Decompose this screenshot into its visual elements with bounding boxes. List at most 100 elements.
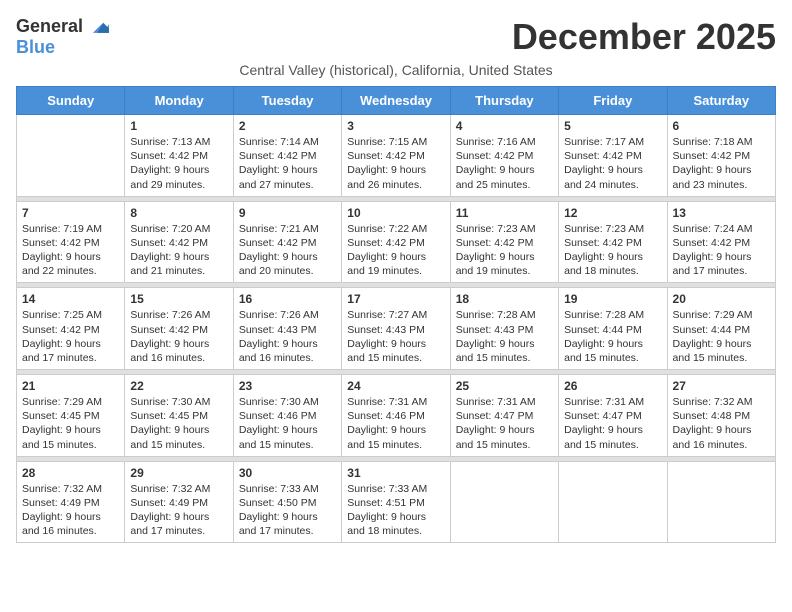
calendar-cell: 21 Sunrise: 7:29 AMSunset: 4:45 PMDayligh… — [17, 375, 125, 457]
day-number: 18 — [456, 292, 553, 306]
calendar-cell: 19 Sunrise: 7:28 AMSunset: 4:44 PMDayligh… — [559, 288, 667, 370]
calendar-cell: 9 Sunrise: 7:21 AMSunset: 4:42 PMDaylight… — [233, 201, 341, 283]
day-info: Sunrise: 7:23 AMSunset: 4:42 PMDaylight:… — [564, 222, 661, 279]
subtitle: Central Valley (historical), California,… — [16, 62, 776, 78]
calendar-cell: 18 Sunrise: 7:28 AMSunset: 4:43 PMDayligh… — [450, 288, 558, 370]
day-number: 25 — [456, 379, 553, 393]
calendar-week-row: 7Sunrise: 7:19 AMSunset: 4:42 PMDaylight… — [17, 201, 776, 283]
day-info: Sunrise: 7:31 AMSunset: 4:46 PMDaylight:… — [347, 395, 444, 452]
calendar-header-row: SundayMondayTuesdayWednesdayThursdayFrid… — [17, 87, 776, 115]
calendar-cell: 20 Sunrise: 7:29 AMSunset: 4:44 PMDayligh… — [667, 288, 775, 370]
calendar-cell: 11Sunrise: 7:23 AMSunset: 4:42 PMDayligh… — [450, 201, 558, 283]
day-info: Sunrise: 7:16 AMSunset: 4:42 PMDaylight:… — [456, 135, 553, 192]
day-info: Sunrise: 7:32 AMSunset: 4:49 PMDaylight:… — [22, 482, 119, 539]
calendar-header-monday: Monday — [125, 87, 233, 115]
day-info: Sunrise: 7:31 AMSunset: 4:47 PMDaylight:… — [456, 395, 553, 452]
calendar-cell: 2 Sunrise: 7:14 AMSunset: 4:42 PMDaylight… — [233, 115, 341, 197]
calendar-cell — [450, 461, 558, 543]
logo-text-general: General — [16, 17, 83, 37]
day-number: 30 — [239, 466, 336, 480]
day-number: 13 — [673, 206, 770, 220]
day-info: Sunrise: 7:22 AMSunset: 4:42 PMDaylight:… — [347, 222, 444, 279]
day-number: 2 — [239, 119, 336, 133]
day-info: Sunrise: 7:30 AMSunset: 4:46 PMDaylight:… — [239, 395, 336, 452]
day-info: Sunrise: 7:29 AMSunset: 4:45 PMDaylight:… — [22, 395, 119, 452]
calendar-cell: 23 Sunrise: 7:30 AMSunset: 4:46 PMDayligh… — [233, 375, 341, 457]
calendar-cell: 26Sunrise: 7:31 AMSunset: 4:47 PMDayligh… — [559, 375, 667, 457]
calendar-cell: 8 Sunrise: 7:20 AMSunset: 4:42 PMDaylight… — [125, 201, 233, 283]
month-title: December 2025 — [512, 16, 776, 58]
day-number: 5 — [564, 119, 661, 133]
day-number: 16 — [239, 292, 336, 306]
day-number: 6 — [673, 119, 770, 133]
day-number: 20 — [673, 292, 770, 306]
calendar-cell: 16 Sunrise: 7:26 AMSunset: 4:43 PMDayligh… — [233, 288, 341, 370]
calendar-table: SundayMondayTuesdayWednesdayThursdayFrid… — [16, 86, 776, 543]
day-info: Sunrise: 7:33 AMSunset: 4:51 PMDaylight:… — [347, 482, 444, 539]
day-number: 31 — [347, 466, 444, 480]
day-number: 7 — [22, 206, 119, 220]
calendar-cell — [559, 461, 667, 543]
calendar-cell — [17, 115, 125, 197]
calendar-week-row: 14 Sunrise: 7:25 AMSunset: 4:42 PMDayligh… — [17, 288, 776, 370]
calendar-cell: 6Sunrise: 7:18 AMSunset: 4:42 PMDaylight… — [667, 115, 775, 197]
calendar-cell: 13 Sunrise: 7:24 AMSunset: 4:42 PMDayligh… — [667, 201, 775, 283]
day-number: 3 — [347, 119, 444, 133]
day-info: Sunrise: 7:26 AMSunset: 4:42 PMDaylight:… — [130, 308, 227, 365]
day-number: 14 — [22, 292, 119, 306]
day-info: Sunrise: 7:20 AMSunset: 4:42 PMDaylight:… — [130, 222, 227, 279]
day-info: Sunrise: 7:32 AMSunset: 4:48 PMDaylight:… — [673, 395, 770, 452]
logo-icon — [87, 16, 109, 38]
day-number: 8 — [130, 206, 227, 220]
day-number: 26 — [564, 379, 661, 393]
calendar-cell: 3 Sunrise: 7:15 AMSunset: 4:42 PMDaylight… — [342, 115, 450, 197]
calendar-cell: 30 Sunrise: 7:33 AMSunset: 4:50 PMDayligh… — [233, 461, 341, 543]
day-number: 21 — [22, 379, 119, 393]
day-info: Sunrise: 7:33 AMSunset: 4:50 PMDaylight:… — [239, 482, 336, 539]
calendar-cell — [667, 461, 775, 543]
day-number: 28 — [22, 466, 119, 480]
calendar-header-tuesday: Tuesday — [233, 87, 341, 115]
day-number: 19 — [564, 292, 661, 306]
day-number: 11 — [456, 206, 553, 220]
calendar-cell: 1 Sunrise: 7:13 AMSunset: 4:42 PMDaylight… — [125, 115, 233, 197]
day-info: Sunrise: 7:24 AMSunset: 4:42 PMDaylight:… — [673, 222, 770, 279]
day-info: Sunrise: 7:13 AMSunset: 4:42 PMDaylight:… — [130, 135, 227, 192]
day-info: Sunrise: 7:21 AMSunset: 4:42 PMDaylight:… — [239, 222, 336, 279]
calendar-cell: 14 Sunrise: 7:25 AMSunset: 4:42 PMDayligh… — [17, 288, 125, 370]
day-number: 24 — [347, 379, 444, 393]
calendar-cell: 24 Sunrise: 7:31 AMSunset: 4:46 PMDayligh… — [342, 375, 450, 457]
calendar-cell: 25 Sunrise: 7:31 AMSunset: 4:47 PMDayligh… — [450, 375, 558, 457]
header: General Blue December 2025 — [16, 16, 776, 58]
day-info: Sunrise: 7:32 AMSunset: 4:49 PMDaylight:… — [130, 482, 227, 539]
day-info: Sunrise: 7:26 AMSunset: 4:43 PMDaylight:… — [239, 308, 336, 365]
calendar-cell: 7Sunrise: 7:19 AMSunset: 4:42 PMDaylight… — [17, 201, 125, 283]
calendar-week-row: 1 Sunrise: 7:13 AMSunset: 4:42 PMDaylight… — [17, 115, 776, 197]
day-number: 1 — [130, 119, 227, 133]
day-info: Sunrise: 7:28 AMSunset: 4:43 PMDaylight:… — [456, 308, 553, 365]
calendar-cell: 5 Sunrise: 7:17 AMSunset: 4:42 PMDaylight… — [559, 115, 667, 197]
calendar-cell: 17Sunrise: 7:27 AMSunset: 4:43 PMDayligh… — [342, 288, 450, 370]
calendar-cell: 22Sunrise: 7:30 AMSunset: 4:45 PMDayligh… — [125, 375, 233, 457]
day-number: 23 — [239, 379, 336, 393]
calendar-header-saturday: Saturday — [667, 87, 775, 115]
day-number: 27 — [673, 379, 770, 393]
day-number: 17 — [347, 292, 444, 306]
calendar-header-thursday: Thursday — [450, 87, 558, 115]
day-info: Sunrise: 7:17 AMSunset: 4:42 PMDaylight:… — [564, 135, 661, 192]
day-number: 9 — [239, 206, 336, 220]
day-info: Sunrise: 7:29 AMSunset: 4:44 PMDaylight:… — [673, 308, 770, 365]
calendar-header-wednesday: Wednesday — [342, 87, 450, 115]
logo-text-blue: Blue — [16, 37, 55, 57]
calendar-cell: 15 Sunrise: 7:26 AMSunset: 4:42 PMDayligh… — [125, 288, 233, 370]
day-info: Sunrise: 7:14 AMSunset: 4:42 PMDaylight:… — [239, 135, 336, 192]
day-info: Sunrise: 7:15 AMSunset: 4:42 PMDaylight:… — [347, 135, 444, 192]
day-info: Sunrise: 7:30 AMSunset: 4:45 PMDaylight:… — [130, 395, 227, 452]
calendar-cell: 28 Sunrise: 7:32 AMSunset: 4:49 PMDayligh… — [17, 461, 125, 543]
day-info: Sunrise: 7:28 AMSunset: 4:44 PMDaylight:… — [564, 308, 661, 365]
calendar-header-friday: Friday — [559, 87, 667, 115]
calendar-cell: 4Sunrise: 7:16 AMSunset: 4:42 PMDaylight… — [450, 115, 558, 197]
calendar-header-sunday: Sunday — [17, 87, 125, 115]
day-number: 15 — [130, 292, 227, 306]
day-info: Sunrise: 7:25 AMSunset: 4:42 PMDaylight:… — [22, 308, 119, 365]
